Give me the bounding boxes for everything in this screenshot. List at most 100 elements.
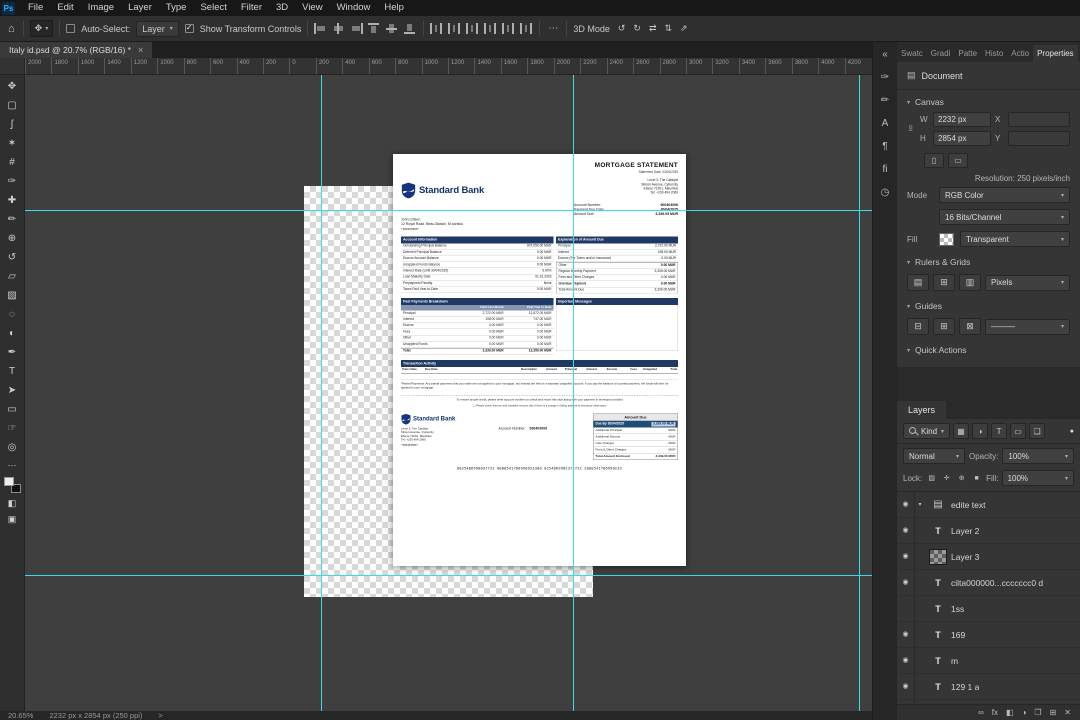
brush-settings-icon[interactable]: ✑ — [873, 66, 898, 89]
align-bottom-icon[interactable] — [404, 23, 418, 34]
layer-row[interactable]: ◉ T 169 — [897, 621, 1080, 648]
panel-tab[interactable]: Actio — [1007, 45, 1033, 62]
shape-tool[interactable]: ▭ — [2, 400, 23, 419]
horizontal-guide[interactable] — [25, 210, 872, 211]
hand-tool[interactable]: ☞ — [2, 419, 23, 438]
status-caret-icon[interactable]: > — [158, 711, 162, 720]
tab-properties[interactable]: Properties — [1033, 45, 1078, 62]
type-tool[interactable]: T — [2, 362, 23, 381]
pen-tool[interactable]: ✒ — [2, 343, 23, 362]
lock-pixels-icon[interactable]: ✛ — [940, 472, 953, 485]
3d-roll-icon[interactable]: ↻ — [631, 23, 643, 34]
canvas-area[interactable]: Standard Bank MORTGAGE STATEMENT Stateme… — [25, 75, 872, 712]
auto-select-target-dropdown[interactable]: Layer ▾ — [136, 20, 179, 37]
dodge-tool[interactable]: ◐ — [2, 324, 23, 343]
guide-layout-icon[interactable]: ⊟ — [907, 318, 929, 335]
color-mode-dropdown[interactable]: RGB Color ▾ — [939, 187, 1070, 203]
adjustment-layer-icon[interactable]: ◑ — [1022, 708, 1027, 717]
filter-toggle-icon[interactable]: ● — [1070, 428, 1074, 435]
more-options-icon[interactable]: ⋯ — [546, 23, 560, 34]
link-layers-icon[interactable]: ∞ — [978, 708, 984, 717]
filter-smart-objects-icon[interactable]: ❏ — [1029, 423, 1046, 439]
align-middle-icon[interactable] — [386, 23, 400, 34]
menu-item[interactable]: Window — [330, 0, 378, 16]
menu-item[interactable]: 3D — [269, 0, 295, 16]
filter-shape-layers-icon[interactable]: ▭ — [1010, 423, 1027, 439]
tool-preset-dropdown[interactable]: ✥ ▾ — [29, 20, 54, 37]
horizontal-guide[interactable] — [25, 575, 872, 576]
columns-icon[interactable]: ▥ — [959, 274, 981, 291]
brush-tool[interactable]: ✏ — [2, 210, 23, 229]
menu-item[interactable]: Layer — [121, 0, 159, 16]
layer-visibility-toggle[interactable]: ◉ — [897, 492, 915, 518]
layer-filter-dropdown[interactable]: Kind ▾ — [903, 423, 951, 439]
3d-slide-icon[interactable]: ⇅ — [663, 23, 675, 34]
menu-item[interactable]: Edit — [50, 0, 80, 16]
canvas-section-header[interactable]: ▾ Canvas — [897, 90, 1080, 111]
lock-position-icon[interactable]: ⊕ — [955, 472, 968, 485]
zoom-level-field[interactable]: 20.65% — [8, 711, 33, 720]
distribute-top-icon[interactable] — [430, 23, 444, 34]
distribute-bottom-icon[interactable] — [466, 23, 480, 34]
layer-thumbnail[interactable]: ▤ — [929, 497, 947, 513]
y-field[interactable] — [1008, 131, 1070, 146]
layer-thumbnail[interactable]: T — [929, 523, 947, 539]
3d-scale-icon[interactable]: ⇗ — [678, 23, 690, 34]
link-dimensions-icon[interactable]: ∞ — [906, 125, 916, 133]
panel-tab[interactable]: Patte — [954, 45, 981, 62]
layer-visibility-toggle[interactable]: ◉ — [897, 647, 915, 674]
clear-guides-icon[interactable]: ⊠ — [959, 318, 981, 335]
paragraph-panel-icon[interactable]: ¶ — [873, 135, 898, 158]
group-chevron-icon[interactable]: ▾ — [915, 501, 925, 508]
fill-field[interactable]: 100% ▾ — [1001, 470, 1074, 486]
quick-mask-icon[interactable]: ◧ — [2, 495, 23, 511]
filter-type-layers-icon[interactable]: T — [991, 423, 1008, 439]
distribute-center-icon[interactable] — [502, 23, 516, 34]
lock-transparency-icon[interactable]: ▨ — [925, 472, 938, 485]
show-transform-checkbox[interactable] — [184, 23, 194, 33]
menu-item[interactable]: Image — [81, 0, 121, 16]
align-center-horizontal-icon[interactable] — [332, 23, 346, 34]
path-selection-tool[interactable]: ➤ — [2, 381, 23, 400]
filter-adjustment-layers-icon[interactable]: ◑ — [972, 423, 989, 439]
clone-stamp-tool[interactable]: ⊕ — [2, 229, 23, 248]
foreground-color-swatch[interactable] — [3, 477, 14, 486]
menu-item[interactable]: Type — [159, 0, 194, 16]
vertical-guide[interactable] — [573, 75, 574, 712]
layer-visibility-toggle[interactable]: ◉ — [897, 517, 915, 544]
distribute-middle-icon[interactable] — [448, 23, 462, 34]
distribute-right-icon[interactable] — [520, 23, 534, 34]
quick-actions-section-header[interactable]: ▾ Quick Actions — [897, 338, 1080, 359]
layer-thumbnail[interactable]: T — [929, 679, 947, 695]
layer-thumbnail[interactable] — [929, 548, 947, 565]
canvas-fill-dropdown[interactable]: Transparent ▾ — [960, 231, 1070, 247]
layer-row[interactable]: ◉ T 129 1 a — [897, 673, 1080, 700]
statement-page[interactable]: Standard Bank MORTGAGE STATEMENT Stateme… — [393, 154, 686, 566]
screen-mode-icon[interactable]: ▣ — [2, 511, 23, 527]
layer-group-icon[interactable]: ❐ — [1034, 708, 1041, 717]
lasso-tool[interactable]: ʃ — [2, 115, 23, 134]
units-dropdown[interactable]: Pixels ▾ — [985, 274, 1070, 291]
glyphs-panel-icon[interactable]: ﬁ — [873, 158, 898, 181]
menu-item[interactable]: View — [295, 0, 329, 16]
layer-thumbnail[interactable]: T — [929, 601, 947, 617]
layer-visibility-toggle[interactable]: ◉ — [897, 621, 915, 648]
menu-item[interactable]: Select — [193, 0, 233, 16]
ruler-icon[interactable]: ▤ — [907, 274, 929, 291]
zoom-tool[interactable]: ◎ — [2, 438, 23, 457]
layer-row[interactable]: ◉ Layer 3 — [897, 543, 1080, 570]
collapse-panels-icon[interactable]: « — [873, 43, 898, 66]
layer-thumbnail[interactable]: T — [929, 575, 947, 591]
layer-visibility-toggle[interactable]: ◉ — [897, 543, 915, 570]
align-left-icon[interactable] — [314, 23, 328, 34]
ruler-origin-corner[interactable] — [0, 58, 25, 75]
align-top-icon[interactable] — [368, 23, 382, 34]
landscape-orientation-icon[interactable]: ▭ — [948, 153, 968, 168]
eyedropper-tool[interactable]: ✑ — [2, 172, 23, 191]
delete-layer-icon[interactable]: ✕ — [1064, 708, 1071, 717]
layer-row[interactable]: ◉ ▾ ▤ edite text — [897, 492, 1080, 518]
layer-thumbnail[interactable]: T — [929, 653, 947, 669]
magic-wand-tool[interactable]: ✶ — [2, 134, 23, 153]
blur-tool[interactable]: ◌ — [2, 305, 23, 324]
new-layer-icon[interactable]: ⊞ — [1050, 708, 1057, 717]
